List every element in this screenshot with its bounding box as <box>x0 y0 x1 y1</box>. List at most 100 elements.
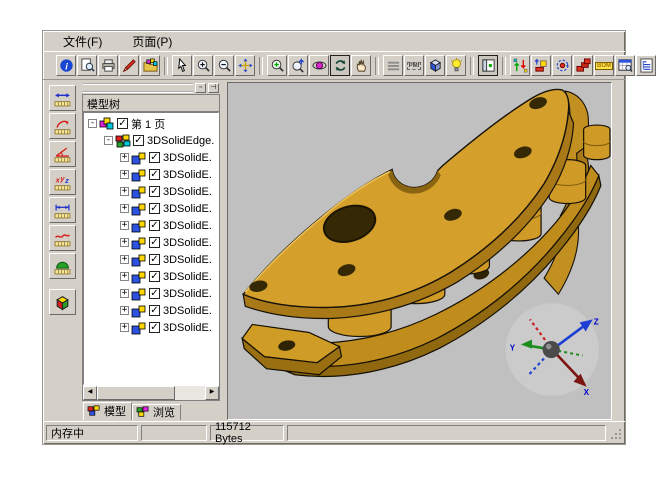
assembly-checkbox[interactable]: ✓ <box>133 135 144 146</box>
print-preview-button[interactable] <box>77 55 97 76</box>
tree-row-page[interactable]: - ✓ 第 1 页 <box>84 115 218 132</box>
collapse-icon[interactable]: - <box>88 119 97 128</box>
scroll-track[interactable] <box>175 386 205 400</box>
orbit-button[interactable] <box>309 55 329 76</box>
view-cube-button[interactable] <box>425 55 445 76</box>
expand-icon[interactable]: + <box>120 204 129 213</box>
display-mode-button[interactable] <box>383 55 403 76</box>
viewport-3d-scene[interactable]: Z X Y <box>228 83 611 419</box>
part-node-label[interactable]: 3DSolidE. <box>163 169 212 181</box>
import-model-button[interactable] <box>140 55 160 76</box>
menu-page[interactable]: 页面(P) <box>130 32 174 51</box>
model-structure-button[interactable] <box>636 55 656 76</box>
orientation-gizmo[interactable]: Z X Y <box>506 303 599 397</box>
arc-measure-button[interactable] <box>49 253 76 279</box>
part-node-label[interactable]: 3DSolidE. <box>163 288 212 300</box>
tree-row-part[interactable]: + ✓ 3DSolidE. <box>84 268 218 285</box>
markup-pen-button[interactable] <box>119 55 139 76</box>
dimension-horizontal-button[interactable] <box>49 85 76 111</box>
zoom-window-button[interactable] <box>267 55 287 76</box>
part-node-label[interactable]: 3DSolidE. <box>163 186 212 198</box>
expand-icon[interactable]: + <box>120 272 129 281</box>
part-checkbox[interactable]: ✓ <box>149 203 160 214</box>
part-node-label[interactable]: 3DSolidE. <box>163 322 212 334</box>
part-checkbox[interactable]: ✓ <box>149 220 160 231</box>
part-checkbox[interactable]: ✓ <box>149 288 160 299</box>
assembly-navigate-button[interactable] <box>510 55 530 76</box>
curve-length-button[interactable] <box>49 225 76 251</box>
page-node-label[interactable]: 第 1 页 <box>131 116 165 132</box>
info-button[interactable]: i <box>56 55 76 76</box>
rotate-part-button[interactable] <box>552 55 572 76</box>
coordinate-xyz-button[interactable]: xyz <box>49 169 76 195</box>
expand-icon[interactable]: + <box>120 187 129 196</box>
move-part-button[interactable] <box>531 55 551 76</box>
part-node-label[interactable]: 3DSolidE. <box>163 254 212 266</box>
part-checkbox[interactable]: ✓ <box>149 186 160 197</box>
tree-horizontal-scrollbar[interactable]: ◀ ▶ <box>83 385 219 400</box>
expand-icon[interactable]: + <box>120 153 129 162</box>
tree-row-part[interactable]: + ✓ 3DSolidE. <box>84 200 218 217</box>
lighting-button[interactable] <box>446 55 466 76</box>
part-checkbox[interactable]: ✓ <box>149 322 160 333</box>
part-checkbox[interactable]: ✓ <box>149 152 160 163</box>
page-checkbox[interactable]: ✓ <box>117 118 128 129</box>
tree-row-assembly[interactable]: - ✓ 3DSolidEdge. <box>84 132 218 149</box>
collapse-icon[interactable]: - <box>104 136 113 145</box>
part-checkbox[interactable]: ✓ <box>149 305 160 316</box>
report-view-button[interactable] <box>615 55 635 76</box>
pan-hand-button[interactable] <box>351 55 371 76</box>
view-3d-cube-button[interactable] <box>49 289 76 315</box>
zoom-dynamic-button[interactable] <box>288 55 308 76</box>
expand-icon[interactable]: + <box>120 238 129 247</box>
tab-model[interactable]: 模型 <box>83 402 132 420</box>
part-checkbox[interactable]: ✓ <box>149 271 160 282</box>
tree-row-part[interactable]: + ✓ 3DSolidE. <box>84 319 218 336</box>
scroll-right-arrow[interactable]: ▶ <box>205 386 219 400</box>
part-checkbox[interactable]: ✓ <box>149 254 160 265</box>
dimension-angle-button[interactable] <box>49 141 76 167</box>
viewport-3d[interactable]: Z X Y <box>227 82 612 420</box>
part-node-label[interactable]: 3DSolidE. <box>163 305 212 317</box>
pmi-display-button[interactable]: PMI <box>404 55 424 76</box>
resize-grip[interactable] <box>609 427 622 440</box>
tree-row-part[interactable]: + ✓ 3DSolidE. <box>84 302 218 319</box>
zoom-out-button[interactable] <box>214 55 234 76</box>
part-checkbox[interactable]: ✓ <box>149 237 160 248</box>
bom-table-button[interactable]: BOM <box>594 55 614 76</box>
dimension-radius-button[interactable] <box>49 113 76 139</box>
menu-file[interactable]: 文件(F) <box>61 32 104 51</box>
tree-row-part[interactable]: + ✓ 3DSolidE. <box>84 217 218 234</box>
model-tree[interactable]: - ✓ 第 1 页 - ✓ 3DSolidEdge. <box>83 112 219 385</box>
tree-row-part[interactable]: + ✓ 3DSolidE. <box>84 166 218 183</box>
expand-icon[interactable]: + <box>120 323 129 332</box>
refresh-view-button[interactable] <box>330 55 350 76</box>
select-cursor-button[interactable] <box>172 55 192 76</box>
part-node-label[interactable]: 3DSolidE. <box>163 220 212 232</box>
tree-row-part[interactable]: + ✓ 3DSolidE. <box>84 251 218 268</box>
explode-view-button[interactable] <box>573 55 593 76</box>
scroll-thumb[interactable] <box>97 386 175 400</box>
expand-icon[interactable]: + <box>120 170 129 179</box>
part-node-label[interactable]: 3DSolidE. <box>163 203 212 215</box>
fit-view-button[interactable] <box>235 55 255 76</box>
part-node-label[interactable]: 3DSolidE. <box>163 237 212 249</box>
print-button[interactable] <box>98 55 118 76</box>
expand-icon[interactable]: + <box>120 255 129 264</box>
panel-float-button[interactable]: ▫ <box>195 83 206 93</box>
panel-close-button[interactable]: ⊣ <box>208 83 219 93</box>
expand-icon[interactable]: + <box>120 289 129 298</box>
part-checkbox[interactable]: ✓ <box>149 169 160 180</box>
zoom-in-button[interactable] <box>193 55 213 76</box>
panel-toggle-button[interactable] <box>478 55 498 76</box>
dimension-distance-button[interactable] <box>49 197 76 223</box>
tree-row-part[interactable]: + ✓ 3DSolidE. <box>84 183 218 200</box>
scroll-left-arrow[interactable]: ◀ <box>83 386 97 400</box>
tree-row-part[interactable]: + ✓ 3DSolidE. <box>84 285 218 302</box>
panel-drag-grip[interactable] <box>83 83 193 93</box>
tree-row-part[interactable]: + ✓ 3DSolidE. <box>84 234 218 251</box>
tree-row-part[interactable]: + ✓ 3DSolidE. <box>84 149 218 166</box>
expand-icon[interactable]: + <box>120 221 129 230</box>
part-node-label[interactable]: 3DSolidE. <box>163 271 212 283</box>
assembly-node-label[interactable]: 3DSolidEdge. <box>147 135 214 147</box>
